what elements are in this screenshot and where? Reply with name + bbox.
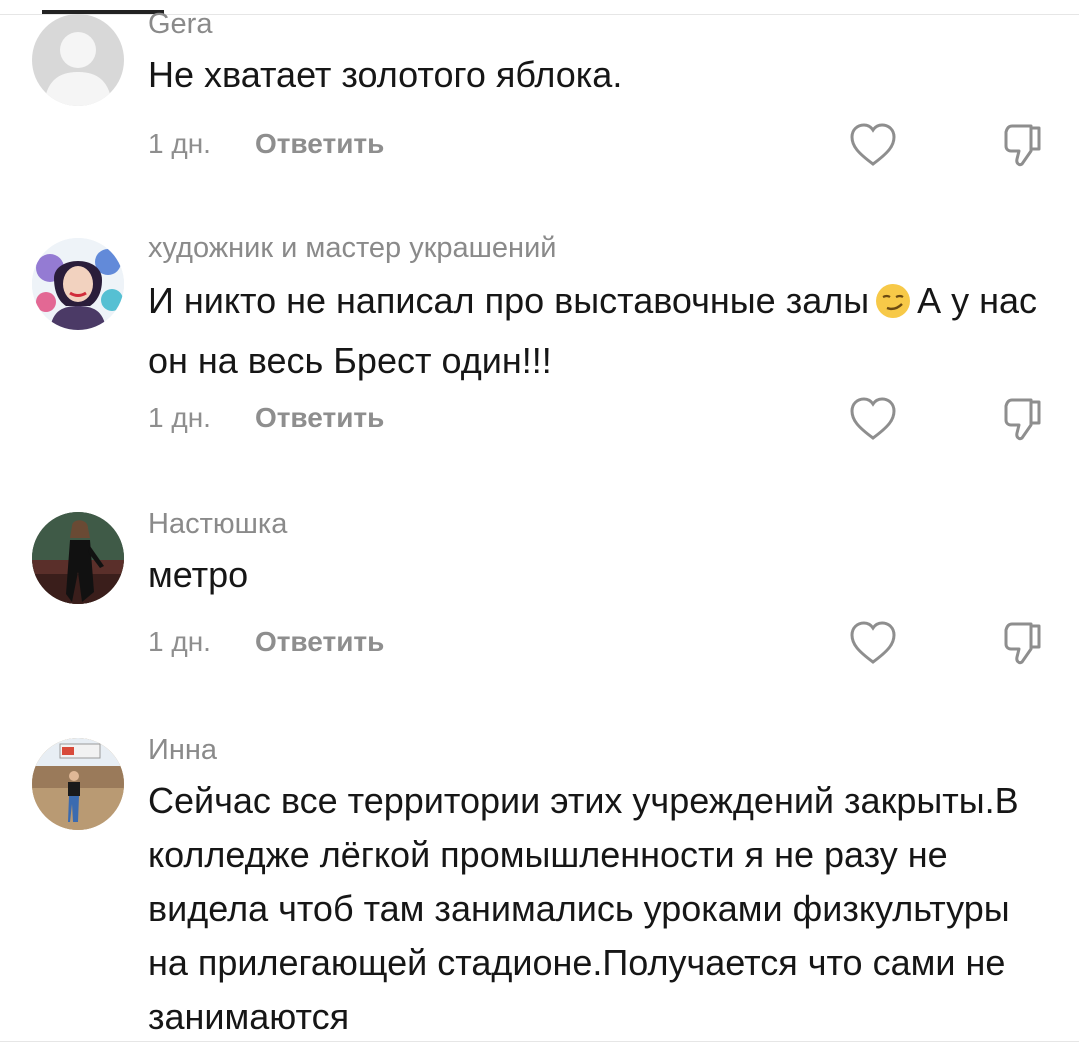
dislike-button[interactable] (998, 394, 1052, 444)
heart-outline-icon (850, 123, 896, 166)
thumb-down-outline-icon (1004, 398, 1041, 441)
default-avatar-icon (44, 32, 112, 106)
comment-meta: 1 дн. Ответить (148, 128, 384, 160)
outdoor-photo-icon (32, 738, 124, 830)
artist-portrait-icon (32, 238, 124, 330)
dislike-button[interactable] (998, 618, 1052, 668)
comment-time: 1 дн. (148, 402, 211, 433)
reply-button[interactable]: Ответить (255, 402, 384, 433)
dislike-button[interactable] (998, 120, 1052, 170)
comment-author[interactable]: Настюшка (148, 508, 287, 541)
avatar[interactable] (32, 738, 124, 830)
avatar[interactable] (32, 14, 124, 106)
heart-outline-icon (850, 397, 896, 440)
woman-photo-icon (32, 512, 124, 604)
like-button[interactable] (846, 120, 900, 170)
reply-button[interactable]: Ответить (255, 128, 384, 159)
smirk-emoji-icon (876, 284, 911, 318)
divider (0, 1041, 1079, 1042)
comment-author[interactable]: Инна (148, 734, 217, 767)
comment-author[interactable]: Gera (148, 8, 212, 41)
like-button[interactable] (846, 394, 900, 444)
avatar[interactable] (32, 512, 124, 604)
thumb-down-outline-icon (1004, 622, 1041, 665)
heart-outline-icon (850, 621, 896, 664)
comment-text: Сейчас все территории этих учреждений за… (148, 780, 1019, 1037)
comment-text: И никто не написал про выставочные залы … (148, 274, 1048, 388)
comment-text-part: И никто не написал про выставочные залы (148, 280, 870, 321)
thumb-down-outline-icon (1004, 124, 1041, 167)
comment-time: 1 дн. (148, 128, 211, 159)
comment-text: Не хватает золотого яблока. (148, 54, 623, 95)
comment-text: метро (148, 554, 249, 595)
comment-author[interactable]: художник и мастер украшений (148, 232, 556, 265)
comment-meta: 1 дн. Ответить (148, 626, 384, 658)
smirking-face-emoji (875, 280, 911, 334)
comment-meta: 1 дн. Ответить (148, 402, 384, 434)
reply-button[interactable]: Ответить (255, 626, 384, 657)
avatar[interactable] (32, 238, 124, 330)
like-button[interactable] (846, 618, 900, 668)
comment-time: 1 дн. (148, 626, 211, 657)
